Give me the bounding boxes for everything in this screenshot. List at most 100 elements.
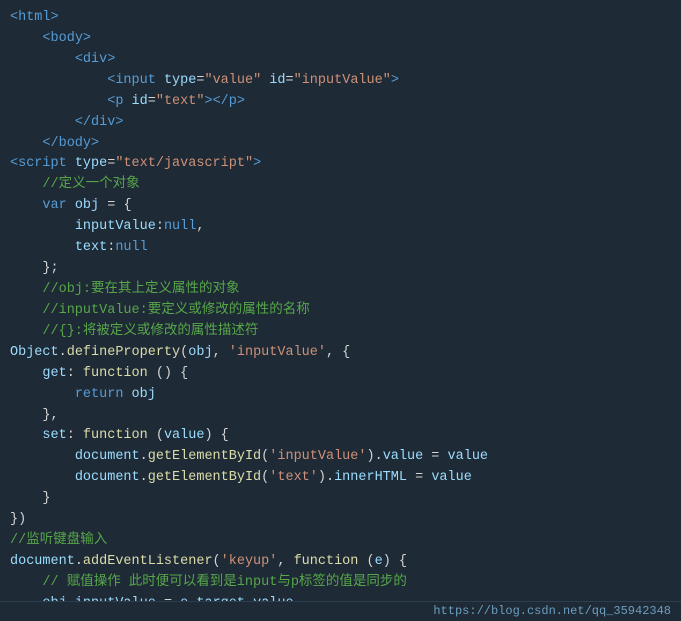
token: ( <box>148 426 164 447</box>
token: html <box>18 8 50 29</box>
code-line: // 赋值操作 此时便可以看到是input与p标签的值是同步的 <box>0 573 681 594</box>
code-line: obj.inputValue = e.target.value <box>0 594 681 601</box>
token: ). <box>366 447 382 468</box>
token: . <box>140 447 148 468</box>
code-line: }) <box>0 510 681 531</box>
token: document <box>10 552 75 573</box>
token: inputValue <box>75 217 156 238</box>
token: //{}:将被定义或修改的属性描述符 <box>42 322 258 343</box>
code-line: </div> <box>0 113 681 134</box>
token: > <box>51 8 59 29</box>
code-line: <body> <box>0 29 681 50</box>
token: defineProperty <box>67 343 180 364</box>
token: = { <box>99 196 131 217</box>
token: body <box>51 29 83 50</box>
token: ) { <box>204 426 228 447</box>
code-line: set: function (value) { <box>0 426 681 447</box>
token: , <box>196 217 204 238</box>
token: , <box>213 343 229 364</box>
token: function <box>83 364 148 385</box>
token: null <box>164 217 196 238</box>
token: > <box>107 50 115 71</box>
token: id <box>269 71 285 92</box>
token: = <box>423 447 447 468</box>
code-line: inputValue:null, <box>0 217 681 238</box>
token: ( <box>213 552 221 573</box>
code-line: var obj = { <box>0 196 681 217</box>
token: . <box>75 552 83 573</box>
code-line: //inputValue:要定义或修改的属性的名称 <box>0 301 681 322</box>
token: ></ <box>204 92 228 113</box>
code-line: <script type="text/javascript"> <box>0 154 681 175</box>
token: , <box>277 552 293 573</box>
token: }; <box>42 259 58 280</box>
token: ( <box>180 343 188 364</box>
code-line: document.getElementById('text').innerHTM… <box>0 468 681 489</box>
token: div <box>91 113 115 134</box>
token: obj <box>42 594 66 601</box>
token: > <box>391 71 399 92</box>
token: type <box>164 71 196 92</box>
code-line: document.getElementById('inputValue').va… <box>0 447 681 468</box>
token: 'text' <box>269 468 318 489</box>
token: > <box>83 29 91 50</box>
status-url: https://blog.csdn.net/qq_35942348 <box>433 602 671 621</box>
token: text <box>75 238 107 259</box>
code-line: </body> <box>0 134 681 155</box>
token: < <box>42 29 50 50</box>
token: : <box>107 238 115 259</box>
token: "text" <box>156 92 205 113</box>
token: . <box>67 594 75 601</box>
token: ) { <box>383 552 407 573</box>
token: input <box>115 71 156 92</box>
token: . <box>245 594 253 601</box>
token: < <box>10 8 18 29</box>
token: function <box>294 552 359 573</box>
token: = <box>286 71 294 92</box>
token: value <box>431 468 472 489</box>
code-line: <div> <box>0 50 681 71</box>
token: < <box>107 71 115 92</box>
token: > <box>115 113 123 134</box>
token: > <box>237 92 245 113</box>
token: getElementById <box>148 447 261 468</box>
token: > <box>91 134 99 155</box>
token: . <box>188 594 196 601</box>
token: value <box>448 447 489 468</box>
token: 'inputValue' <box>229 343 326 364</box>
token: div <box>83 50 107 71</box>
token: . <box>59 343 67 364</box>
token: }) <box>10 510 26 531</box>
token: id <box>132 92 148 113</box>
token: inputValue <box>75 594 156 601</box>
token: //定义一个对象 <box>42 175 139 196</box>
token: < <box>10 154 18 175</box>
token <box>261 71 269 92</box>
token: }, <box>42 406 58 427</box>
token: = <box>196 71 204 92</box>
token: "value" <box>204 71 261 92</box>
code-line: Object.defineProperty(obj, 'inputValue',… <box>0 343 681 364</box>
token <box>67 196 75 217</box>
token: value <box>164 426 205 447</box>
token <box>156 71 164 92</box>
token: //监听键盘输入 <box>10 531 107 552</box>
token <box>123 385 131 406</box>
token: value <box>253 594 294 601</box>
token: document <box>75 468 140 489</box>
code-line: <input type="value" id="inputValue"> <box>0 71 681 92</box>
code-line: <p id="text"></p> <box>0 92 681 113</box>
token: 'inputValue' <box>269 447 366 468</box>
token: : <box>67 426 83 447</box>
token: 'keyup' <box>221 552 278 573</box>
token: ). <box>318 468 334 489</box>
token: get <box>42 364 66 385</box>
token: target <box>196 594 245 601</box>
token: type <box>75 154 107 175</box>
token: p <box>229 92 237 113</box>
token: < <box>75 50 83 71</box>
token: value <box>383 447 424 468</box>
token: null <box>115 238 147 259</box>
token: getElementById <box>148 468 261 489</box>
code-line: //obj:要在其上定义属性的对象 <box>0 280 681 301</box>
